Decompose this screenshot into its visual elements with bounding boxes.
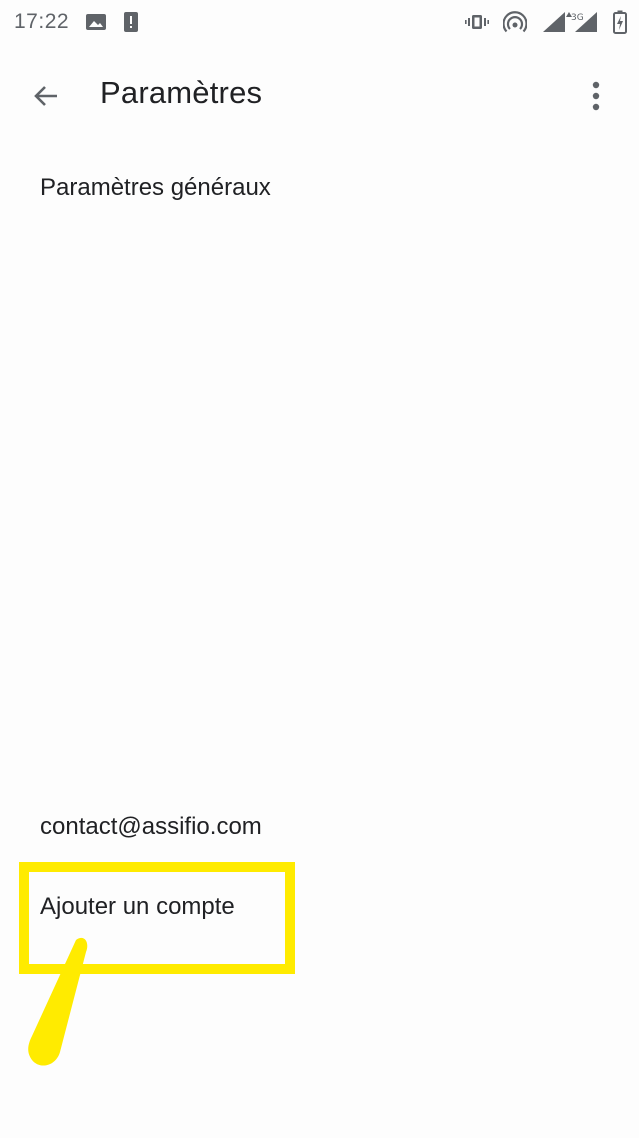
image-notification-icon — [85, 12, 107, 32]
signal-icon: 3G — [541, 11, 599, 33]
page-title: Paramètres — [100, 75, 263, 110]
alert-notification-icon — [123, 11, 139, 33]
account-item[interactable]: contact@assifio.com — [0, 789, 639, 865]
settings-screen: 17:22 3G Paramètres Paramètres généraux … — [0, 0, 639, 1138]
status-left: 17:22 — [14, 10, 139, 34]
status-bar: 17:22 3G — [0, 0, 639, 44]
vibrate-icon — [465, 12, 489, 32]
more-options-button[interactable] — [574, 72, 618, 120]
network-3g-icon: 3G — [571, 13, 584, 23]
add-account-item[interactable]: Ajouter un compte — [0, 869, 639, 945]
more-vert-icon — [592, 81, 600, 111]
status-time: 17:22 — [14, 10, 70, 33]
app-bar: Paramètres — [0, 52, 639, 136]
arrow-back-icon — [34, 86, 57, 106]
battery-charging-icon — [613, 10, 627, 34]
back-button[interactable] — [22, 72, 70, 120]
hotspot-icon — [503, 11, 527, 33]
general-settings-item[interactable]: Paramètres généraux — [0, 150, 639, 226]
pointer-annotation-icon — [28, 937, 88, 1066]
status-right: 3G — [465, 10, 627, 34]
